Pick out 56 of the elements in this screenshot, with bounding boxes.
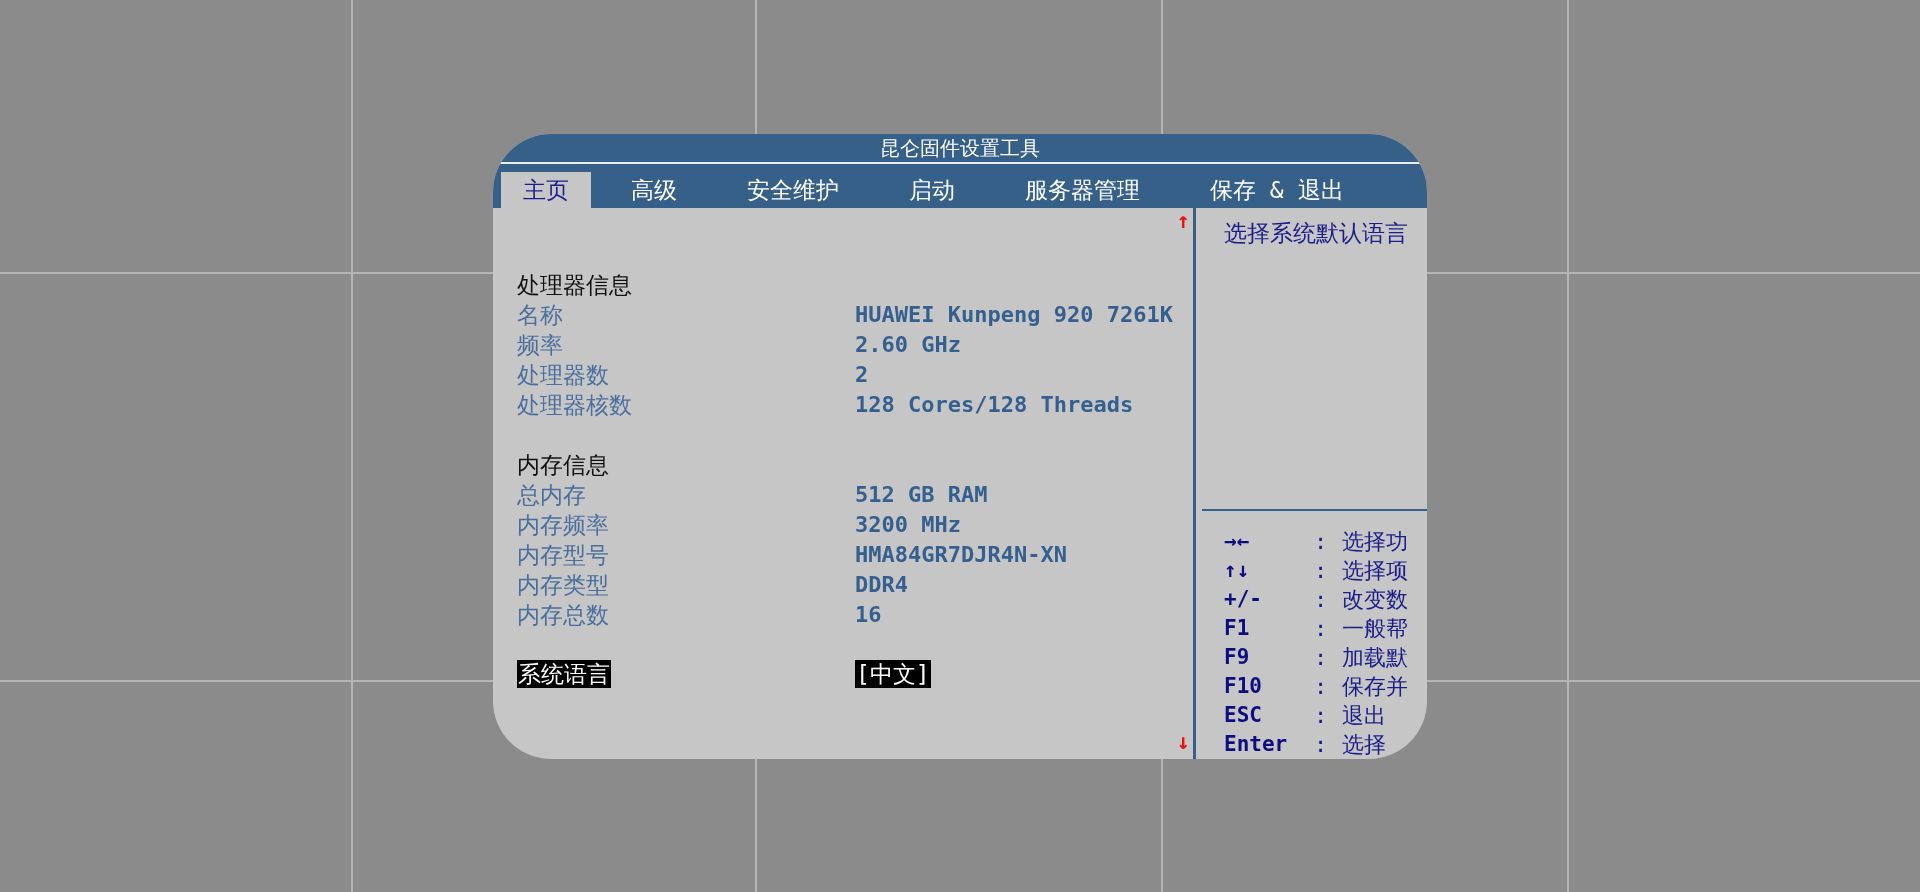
key-name: F10: [1224, 672, 1263, 700]
menu-tab[interactable]: 主页: [501, 171, 591, 208]
menu-tab[interactable]: 安全维护: [725, 171, 861, 208]
key-description: 一般帮: [1342, 614, 1409, 643]
info-value: DDR4: [855, 570, 909, 599]
menu-tab[interactable]: 保存 & 退出: [1188, 171, 1366, 208]
setting-value[interactable]: [中文]: [855, 659, 931, 688]
info-value: 16: [855, 600, 883, 629]
key-name: F1: [1224, 614, 1251, 642]
key-name: +/-: [1224, 585, 1263, 613]
key-name: →←: [1224, 527, 1251, 555]
key-name: ESC: [1224, 701, 1263, 729]
info-value: 2: [855, 360, 870, 389]
section-heading: 处理器信息: [517, 270, 633, 300]
key-separator: :: [1314, 672, 1329, 701]
key-description: 加载默: [1342, 643, 1409, 672]
scroll-up-indicator: ↑: [1176, 209, 1190, 232]
info-value: HUAWEI Kunpeng 920 7261K: [855, 300, 1173, 329]
key-description: 选择项: [1342, 556, 1409, 585]
section-heading: 内存信息: [517, 450, 610, 480]
info-value: 3200 MHz: [855, 510, 962, 539]
key-description: 选择功: [1342, 527, 1409, 556]
info-label: 总内存: [517, 480, 587, 510]
info-label: 处理器数: [517, 360, 610, 390]
key-description: 选择: [1342, 730, 1387, 759]
info-label: 频率: [517, 330, 564, 360]
key-separator: :: [1314, 730, 1329, 759]
info-label: 内存型号: [517, 540, 610, 570]
setting-label[interactable]: 系统语言: [517, 659, 611, 688]
info-label: 内存类型: [517, 570, 610, 600]
info-value: 2.60 GHz: [855, 330, 962, 359]
key-separator: :: [1314, 556, 1329, 585]
info-value: HMA84GR7DJR4N-XN: [855, 540, 1067, 569]
key-description: 改变数: [1342, 585, 1409, 614]
key-separator: :: [1314, 614, 1329, 643]
key-separator: :: [1314, 585, 1329, 614]
info-label: 内存频率: [517, 510, 610, 540]
info-label: 处理器核数: [517, 390, 633, 420]
menu-tab[interactable]: 启动: [887, 171, 977, 208]
key-separator: :: [1314, 701, 1329, 730]
key-name: Enter: [1224, 730, 1289, 758]
info-label: 内存总数: [517, 600, 610, 630]
info-label: 名称: [517, 300, 564, 330]
key-separator: :: [1314, 643, 1329, 672]
menu-tab[interactable]: 高级: [609, 171, 699, 208]
key-name: F9: [1224, 643, 1251, 671]
key-description: 退出: [1342, 701, 1387, 730]
window-title: 昆仑固件设置工具: [493, 133, 1427, 164]
key-separator: :: [1314, 527, 1329, 556]
info-value: 512 GB RAM: [855, 480, 989, 509]
info-value: 128 Cores/128 Threads: [855, 390, 1135, 419]
key-description: 保存并: [1342, 672, 1409, 701]
key-name: ↑↓: [1224, 556, 1251, 584]
scroll-down-indicator: ↓: [1176, 730, 1190, 753]
menu-tab[interactable]: 服务器管理: [1003, 171, 1162, 208]
help-text: 选择系统默认语言: [1224, 219, 1408, 246]
